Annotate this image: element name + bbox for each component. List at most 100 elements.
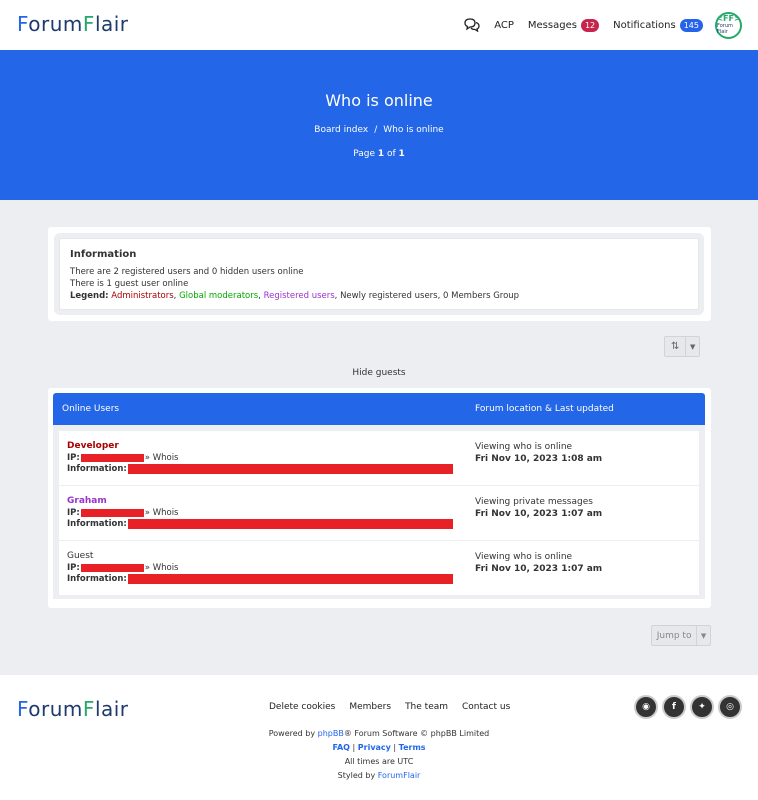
information-line: Information:: [67, 574, 453, 584]
powered-prefix: Powered by: [268, 729, 318, 738]
column-forum-location: Forum location & Last updated: [475, 404, 614, 414]
whois-link[interactable]: » Whois: [145, 563, 179, 573]
information-label: Information:: [67, 574, 127, 584]
logo-text: orum: [28, 12, 83, 36]
privacy-link[interactable]: Privacy: [358, 743, 391, 752]
messages-label: Messages: [527, 19, 577, 31]
logo-letter: F: [82, 697, 95, 721]
forumflair-link[interactable]: ForumFlair: [378, 771, 421, 780]
sort-icon: ⇅: [665, 337, 687, 356]
chat-bubbles-icon[interactable]: [464, 18, 480, 32]
page-prefix: Page: [353, 149, 378, 159]
legend-registered-users[interactable]: Registered users: [264, 291, 335, 301]
legend-label: Legend:: [70, 291, 109, 301]
faq-link[interactable]: FAQ: [332, 743, 350, 752]
last-updated: Fri Nov 10, 2023 1:07 am: [475, 509, 603, 519]
legend-global-moderators[interactable]: Global moderators: [179, 291, 258, 301]
forum-location[interactable]: Viewing private messages: [475, 497, 593, 507]
legend-administrators[interactable]: Administrators: [111, 291, 173, 301]
jump-to-label: Jump to: [652, 626, 698, 645]
members-link[interactable]: Members: [349, 702, 391, 712]
website-icon[interactable]: ◉: [634, 695, 658, 719]
acp-link[interactable]: ACP: [494, 20, 514, 31]
page-title: Who is online: [325, 91, 433, 110]
redacted-block: [80, 564, 144, 572]
styled-prefix: Styled by: [337, 771, 378, 780]
messages-count-badge: 12: [580, 18, 600, 32]
whois-link[interactable]: » Whois: [145, 508, 179, 518]
pagination-info: Page 1 of 1: [0, 149, 758, 159]
redacted-block: [80, 509, 144, 517]
styled-by: Styled by ForumFlair: [0, 771, 758, 780]
phpbb-link[interactable]: phpBB: [318, 729, 344, 738]
powered-by: Powered by phpBB® Forum Software © phpBB…: [0, 729, 758, 738]
social-links: ◉ f ✦ ◎: [634, 695, 746, 719]
ip-label: IP:: [67, 453, 80, 463]
hide-guests-link[interactable]: Hide guests: [0, 368, 758, 378]
avatar-mark: <FF>: [716, 14, 741, 23]
messages-link[interactable]: Messages 12: [527, 18, 600, 32]
information-line: Information:: [67, 464, 453, 474]
logo-letter: F: [17, 697, 29, 721]
caret-down-icon: ▼: [689, 342, 696, 351]
notifications-count-badge: 145: [679, 18, 703, 32]
breadcrumb: Board index / Who is online: [0, 125, 758, 135]
powered-suffix: ® Forum Software © phpBB Limited: [343, 729, 490, 738]
logo-letter: F: [82, 12, 95, 36]
legend-other-groups: , Newly registered users, 0 Members Grou…: [334, 291, 520, 301]
footer-logo[interactable]: ForumFlair: [17, 697, 129, 721]
ip-line: IP: » Whois: [67, 453, 178, 463]
redacted-block: [127, 519, 453, 529]
user-avatar[interactable]: <FF> Forum Flair: [715, 11, 742, 39]
twitter-icon[interactable]: ✦: [690, 695, 714, 719]
guest-users-summary: There is 1 guest user online: [70, 279, 189, 289]
top-navbar: ForumFlair ACP Messages 12 Notifications…: [0, 0, 758, 50]
page-hero: Who is online Board index / Who is online …: [0, 50, 758, 200]
information-line: Information:: [67, 519, 453, 529]
online-users-panel: Online Users Forum location & Last updat…: [48, 388, 711, 608]
redacted-block: [127, 574, 453, 584]
notifications-label: Notifications: [613, 19, 676, 31]
username-link[interactable]: Graham: [67, 496, 107, 506]
redacted-block: [80, 454, 144, 462]
legend-comma: ,: [173, 291, 177, 301]
registered-users-summary: There are 2 registered users and 0 hidde…: [70, 267, 304, 277]
username-guest: Guest: [67, 551, 94, 561]
sort-dropdown-button[interactable]: ⇅ ▼: [664, 336, 700, 357]
contact-us-link[interactable]: Contact us: [462, 702, 510, 712]
footer-links: Delete cookies Members The team Contact …: [269, 702, 524, 712]
whois-link[interactable]: » Whois: [145, 453, 179, 463]
timezone-note: All times are UTC: [344, 757, 414, 766]
the-team-link[interactable]: The team: [405, 702, 448, 712]
site-logo[interactable]: ForumFlair: [17, 12, 129, 36]
forum-location[interactable]: Viewing who is online: [475, 552, 572, 562]
instagram-icon[interactable]: ◎: [718, 695, 742, 719]
information-box: Information There are 2 registered users…: [59, 238, 699, 310]
logo-text: orum: [28, 697, 83, 721]
last-updated: Fri Nov 10, 2023 1:08 am: [475, 454, 603, 464]
table-body: Developer IP: » Whois Information: Viewin…: [53, 425, 705, 599]
forum-location[interactable]: Viewing who is online: [475, 442, 572, 452]
notifications-link[interactable]: Notifications 145: [613, 18, 703, 32]
table-row: Graham IP: » Whois Information: Viewing p…: [59, 486, 699, 541]
username-link[interactable]: Developer: [67, 441, 119, 451]
last-updated: Fri Nov 10, 2023 1:07 am: [475, 564, 603, 574]
table-header: Online Users Forum location & Last updat…: [53, 393, 705, 425]
legend-comma: ,: [258, 291, 261, 301]
page-total: 1: [398, 149, 405, 159]
terms-link[interactable]: Terms: [399, 743, 426, 752]
footer: ForumFlair Delete cookies Members The te…: [0, 675, 758, 800]
legend: Legend: Administrators, Global moderator…: [70, 290, 688, 302]
policy-links: FAQ | Privacy | Terms: [0, 743, 758, 752]
logo-text: lair: [94, 12, 129, 36]
delete-cookies-link[interactable]: Delete cookies: [269, 702, 335, 712]
ip-line: IP: » Whois: [67, 508, 178, 518]
breadcrumb-who-is-online[interactable]: Who is online: [383, 125, 443, 135]
redacted-block: [127, 464, 453, 474]
information-title: Information: [70, 249, 137, 260]
facebook-icon[interactable]: f: [662, 695, 686, 719]
breadcrumb-board-index[interactable]: Board index: [314, 125, 368, 135]
jump-to-dropdown[interactable]: Jump to ▼: [651, 625, 711, 646]
ip-label: IP:: [67, 563, 80, 573]
page-of: of: [384, 149, 399, 159]
